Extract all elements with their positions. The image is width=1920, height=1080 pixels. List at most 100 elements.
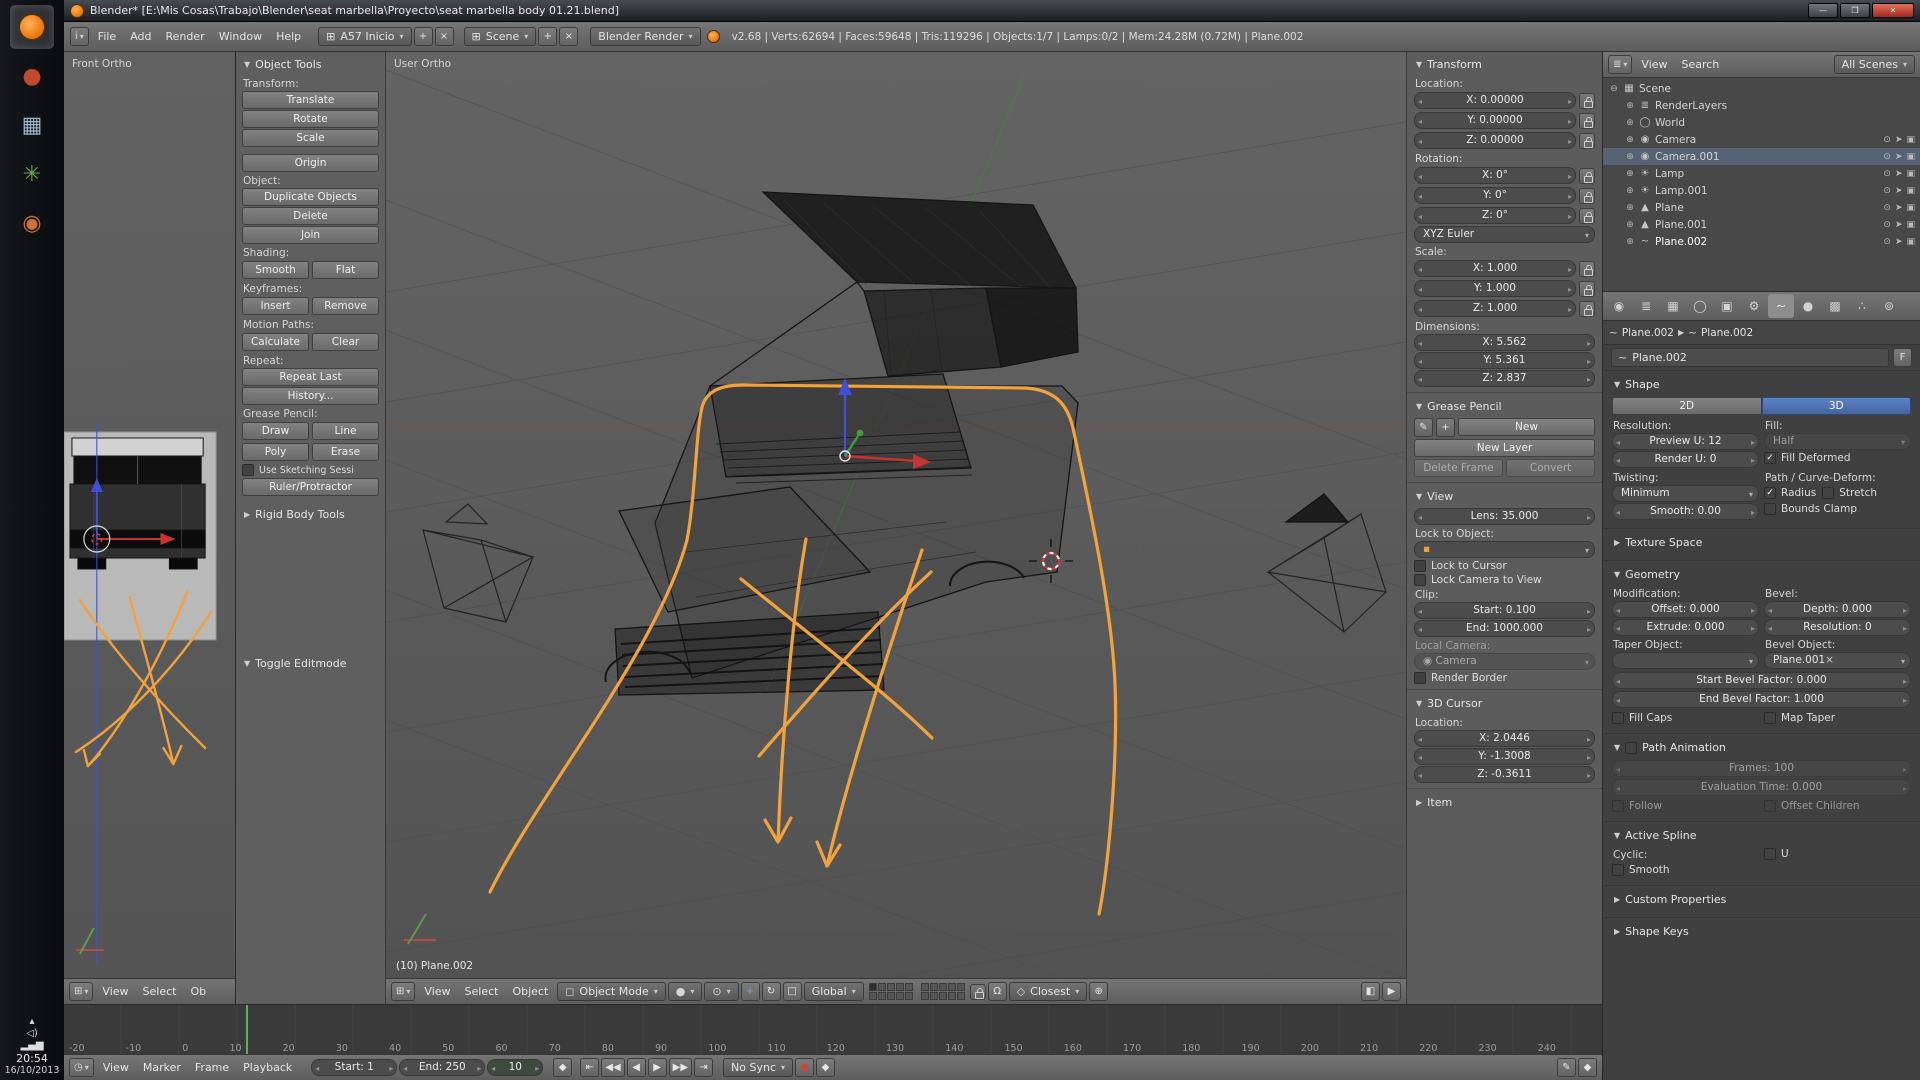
keying-options-icon[interactable]: ◆: [816, 1058, 835, 1077]
gp-new-layer-button[interactable]: New Layer: [1414, 439, 1595, 457]
taskbar-app-icon[interactable]: ●: [10, 54, 54, 98]
scale-field[interactable]: X: 1.000: [1414, 260, 1576, 277]
menu-item[interactable]: Render: [159, 30, 212, 43]
rotation-field[interactable]: Y: 0°: [1414, 187, 1576, 204]
menu-item[interactable]: Playback: [236, 1061, 299, 1074]
expand-icon[interactable]: ⊕: [1625, 220, 1635, 230]
menu-item[interactable]: Window: [212, 30, 269, 43]
preview-u-field[interactable]: Preview U: 12: [1612, 433, 1759, 450]
selectable-arrow-icon[interactable]: ➤: [1895, 237, 1903, 247]
breadcrumb-item[interactable]: Plane.002: [1622, 327, 1674, 339]
render-restrict-icon[interactable]: ▣: [1906, 203, 1915, 213]
offset-field[interactable]: Offset: 0.000: [1612, 601, 1759, 618]
render-u-field[interactable]: Render U: 0: [1612, 451, 1759, 468]
visibility-eye-icon[interactable]: ⊙: [1883, 203, 1891, 213]
cursor-location-field[interactable]: X: 2.0446: [1414, 730, 1595, 747]
translate-button[interactable]: Translate: [242, 91, 379, 109]
sync-mode-selector[interactable]: No Sync: [723, 1058, 793, 1077]
radius-checkbox[interactable]: Radius: [1764, 487, 1816, 499]
frame-end-field[interactable]: End: 250: [399, 1059, 485, 1076]
visibility-eye-icon[interactable]: ⊙: [1883, 186, 1891, 196]
taskbar-blender-icon[interactable]: [10, 5, 54, 49]
location-field[interactable]: Z: 0.00000: [1414, 132, 1576, 149]
snap-magnet-toggle[interactable]: Ω: [988, 982, 1007, 1001]
lock-icon[interactable]: [1579, 113, 1595, 129]
twist-smooth-field[interactable]: Smooth: 0.00: [1612, 503, 1759, 520]
playback-button[interactable]: ▶: [648, 1058, 667, 1077]
menu-item[interactable]: Select: [458, 985, 506, 998]
menu-item[interactable]: File: [91, 30, 123, 43]
lock-to-cursor-checkbox[interactable]: Lock to Cursor: [1414, 560, 1595, 572]
gp-line-button[interactable]: Line: [312, 422, 379, 440]
timeline-canvas[interactable]: -20-100102030405060708090100110120130140…: [64, 1005, 1602, 1054]
panel-closed-icon[interactable]: ▶: [1614, 895, 1620, 904]
object-name[interactable]: RenderLayers: [1655, 100, 1727, 112]
gp-delete-frame-button[interactable]: Delete Frame: [1414, 459, 1503, 477]
properties-tab[interactable]: ≣: [1633, 294, 1659, 318]
clear-icon[interactable]: ×: [1825, 654, 1834, 666]
visibility-eye-icon[interactable]: ⊙: [1883, 135, 1891, 145]
object-name[interactable]: Plane.002: [1655, 236, 1707, 248]
outliner-editor[interactable]: ≣▾ ViewSearch All Scenes ⊖ ▦ Scene ⊕ ≣ R…: [1603, 52, 1920, 292]
dimension-field[interactable]: Y: 5.361: [1414, 352, 1595, 369]
frame-start-field[interactable]: Start: 1: [311, 1059, 397, 1076]
playback-button[interactable]: ⇤: [580, 1058, 599, 1077]
expand-icon[interactable]: ⊕: [1625, 135, 1635, 145]
panel-closed-icon[interactable]: ▶: [1614, 927, 1620, 936]
delete-layout-button[interactable]: ×: [435, 27, 454, 46]
playback-button[interactable]: ⇥: [694, 1058, 713, 1077]
clip-start-field[interactable]: Start: 0.100: [1414, 602, 1595, 619]
lock-to-object-field[interactable]: ▪: [1414, 541, 1595, 558]
sketching-sessions-checkbox[interactable]: Use Sketching Sessi: [242, 464, 379, 476]
current-frame-field[interactable]: 10: [487, 1059, 543, 1076]
lock-icon[interactable]: [1579, 281, 1595, 297]
ruler-protractor-button[interactable]: Ruler/Protractor: [242, 478, 379, 496]
secondary-3d-viewport[interactable]: Front Ortho: [64, 52, 236, 1004]
close-button[interactable]: ✕: [1872, 3, 1914, 18]
calculate-paths-button[interactable]: Calculate: [242, 333, 309, 351]
menu-item[interactable]: Select: [136, 985, 184, 998]
menu-item[interactable]: Frame: [188, 1061, 236, 1074]
render-restrict-icon[interactable]: ▣: [1906, 169, 1915, 179]
minimize-button[interactable]: —: [1808, 3, 1838, 18]
render-restrict-icon[interactable]: ▣: [1906, 220, 1915, 230]
3d-viewport[interactable]: User Ortho (10) Plane.002: [386, 52, 1406, 1004]
camera-object[interactable]: [1268, 494, 1386, 632]
properties-tab[interactable]: ◯: [1687, 294, 1713, 318]
lock-icon[interactable]: [970, 984, 986, 1000]
stretch-checkbox[interactable]: Stretch: [1822, 487, 1877, 499]
visibility-eye-icon[interactable]: ⊙: [1883, 220, 1891, 230]
panel-open-icon[interactable]: ▼: [1614, 831, 1620, 840]
lock-icon[interactable]: [1579, 133, 1595, 149]
auto-keyframe-record-toggle[interactable]: ●: [795, 1058, 814, 1077]
end-bevel-factor-field[interactable]: End Bevel Factor: 1.000: [1612, 691, 1911, 708]
scale-field[interactable]: Z: 1.000: [1414, 300, 1576, 317]
viewport-canvas[interactable]: User Ortho (10) Plane.002: [386, 52, 1406, 978]
keying-set-icon[interactable]: ◆: [553, 1058, 572, 1077]
clear-paths-button[interactable]: Clear: [312, 333, 379, 351]
duplicate-objects-button[interactable]: Duplicate Objects: [242, 188, 379, 206]
visibility-eye-icon[interactable]: ⊙: [1883, 152, 1891, 162]
outliner-row[interactable]: ⊕ ◯ World ⊙ ➤ ▣: [1603, 114, 1920, 131]
outliner-row[interactable]: ⊕ ☀ Lamp ⊙ ➤ ▣: [1603, 165, 1920, 182]
lock-icon[interactable]: [1579, 188, 1595, 204]
menu-item[interactable]: Ob: [183, 985, 213, 998]
taskbar-app-icon[interactable]: ▦: [10, 103, 54, 147]
panel-open-icon[interactable]: ▼: [1416, 699, 1422, 708]
breadcrumb-item[interactable]: Plane.002: [1701, 327, 1753, 339]
selectable-arrow-icon[interactable]: ➤: [1895, 186, 1903, 196]
render-restrict-icon[interactable]: ▣: [1906, 135, 1915, 145]
join-button[interactable]: Join: [242, 226, 379, 244]
repeat-last-button[interactable]: Repeat Last: [242, 368, 379, 386]
opengl-render-still-button[interactable]: ◧: [1361, 982, 1380, 1001]
location-field[interactable]: X: 0.00000: [1414, 92, 1576, 109]
menu-item[interactable]: Add: [123, 30, 158, 43]
outliner-row[interactable]: ⊕ ~ Plane.002 ⊙ ➤ ▣: [1603, 233, 1920, 250]
scene-name[interactable]: Scene: [1639, 83, 1671, 95]
gp-add-button[interactable]: +: [1436, 418, 1455, 437]
manipulator-rotate-toggle[interactable]: ↻: [762, 982, 781, 1001]
clip-end-field[interactable]: End: 1000.000: [1414, 620, 1595, 637]
selectable-arrow-icon[interactable]: ➤: [1895, 169, 1903, 179]
start-bevel-factor-field[interactable]: Start Bevel Factor: 0.000: [1612, 672, 1911, 689]
menu-item[interactable]: Search: [1675, 58, 1727, 71]
